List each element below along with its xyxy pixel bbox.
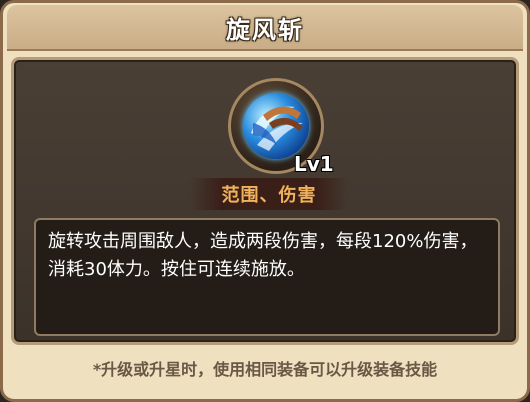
footer-note: *升级或升星时，使用相同装备可以升级装备技能 xyxy=(92,360,438,379)
skill-tags: 范围、伤害 xyxy=(221,185,317,206)
skill-title: 旋风斩 xyxy=(226,15,304,44)
whirlwind-slash-icon xyxy=(243,93,309,159)
skill-tag-banner: 范围、伤害 xyxy=(190,178,348,210)
skill-info-area: Lv1 范围、伤害 旋转攻击周围敌人，造成两段伤害，每段120%伤害，消耗30体… xyxy=(11,57,519,345)
skill-description-box: 旋转攻击周围敌人，造成两段伤害，每段120%伤害，消耗30体力。按住可连续施放。 xyxy=(34,218,500,336)
skill-detail-panel: 旋风斩 Lv1 范围、伤害 旋转攻击周围敌人，造成两段伤害，每段120%伤害，消… xyxy=(0,0,530,402)
skill-level: Lv1 xyxy=(294,152,334,176)
footer-hint: *升级或升星时，使用相同装备可以升级装备技能 xyxy=(3,353,527,383)
skill-description: 旋转攻击周围敌人，造成两段伤害，每段120%伤害，消耗30体力。按住可连续施放。 xyxy=(48,231,478,280)
title-bar: 旋风斩 xyxy=(7,5,523,51)
